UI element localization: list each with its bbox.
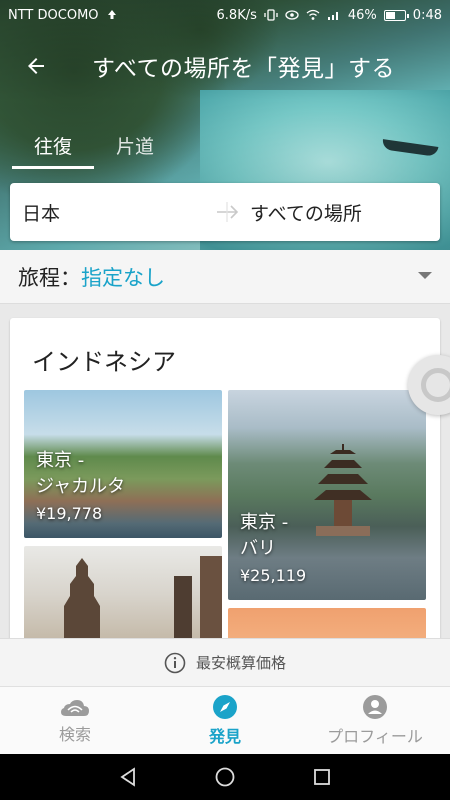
itinerary-label: 旅程：: [18, 265, 81, 290]
battery-percent: 46%: [347, 7, 377, 23]
arrow-left-icon: [28, 58, 44, 74]
app-bar: すべての場所を「発見」する: [0, 38, 450, 94]
eye-icon: [285, 10, 299, 20]
price-notice-text: 最安概算価格: [195, 654, 286, 672]
destination-card: インドネシア 東京 - ジャカルタ ¥19,778 東京 - バリ ¥25,11…: [10, 318, 440, 648]
bottom-navigation: 検索 発見 プロフィール: [0, 686, 450, 754]
signal-icon: [327, 12, 338, 20]
nav-back-icon[interactable]: [117, 766, 139, 788]
destination-tile-temple[interactable]: [24, 546, 222, 648]
nav-discover-label: 発見: [208, 727, 241, 746]
destination-tile-jakarta[interactable]: 東京 - ジャカルタ ¥19,778: [24, 390, 222, 538]
carrier-label: NTT DOCOMO: [8, 7, 99, 23]
page-title: すべての場所を「発見」する: [92, 56, 395, 82]
origin-field[interactable]: 日本: [22, 199, 212, 226]
profile-icon: [363, 695, 387, 719]
nav-profile[interactable]: プロフィール: [300, 687, 450, 754]
route-selector: 日本 すべての場所: [10, 183, 440, 241]
destination-label: 東京 - バリ: [240, 510, 288, 562]
system-nav-bar: [0, 754, 450, 800]
nav-discover[interactable]: 発見: [150, 687, 300, 754]
status-bar: NTT DOCOMO 6.8K/s 46% 0:48: [0, 0, 450, 30]
pagoda-image: [314, 444, 372, 536]
dropdown-caret-icon: [418, 272, 432, 279]
app-root: NTT DOCOMO 6.8K/s 46% 0:48 すべての場所を「発見」する…: [0, 0, 450, 800]
compass-icon: [213, 695, 237, 719]
destination-price: ¥19,778: [36, 504, 103, 523]
clock: 0:48: [412, 7, 442, 23]
tab-round-trip[interactable]: 往復: [12, 126, 95, 169]
trip-type-tabs: 往復 片道: [12, 126, 176, 169]
destination-route-line1: 東京 -: [36, 450, 85, 471]
battery-icon: [383, 9, 409, 21]
network-speed: 6.8K/s: [216, 7, 257, 23]
swap-route-button[interactable]: [212, 197, 242, 227]
info-icon: [164, 652, 186, 673]
destination-price: ¥25,119: [240, 566, 307, 585]
destination-field[interactable]: すべての場所: [250, 199, 362, 226]
itinerary-dropdown[interactable]: 旅程： 指定なし: [0, 250, 450, 304]
nav-search-label: 検索: [58, 725, 91, 744]
wifi-icon: [306, 9, 320, 20]
nav-profile-label: プロフィール: [327, 727, 423, 746]
nav-search[interactable]: 検索: [0, 687, 150, 754]
search-icon: [61, 700, 89, 716]
vibrate-icon: [264, 9, 278, 21]
temple-image: [64, 556, 222, 648]
upload-icon: [107, 10, 116, 19]
plane-arrow-icon: [217, 202, 239, 222]
destination-route-line1: 東京 -: [240, 512, 289, 533]
back-button[interactable]: [16, 46, 56, 86]
country-heading: インドネシア: [32, 348, 176, 376]
nav-home-icon[interactable]: [214, 766, 236, 788]
destination-route-line2: バリ: [240, 538, 276, 559]
itinerary-value: 指定なし: [81, 265, 165, 290]
price-notice: 最安概算価格: [0, 638, 450, 686]
destination-label: 東京 - ジャカルタ: [36, 448, 125, 500]
tab-one-way[interactable]: 片道: [94, 126, 176, 169]
destination-tile-bali[interactable]: 東京 - バリ ¥25,119: [228, 390, 426, 600]
destination-route-line2: ジャカルタ: [36, 476, 126, 497]
nav-recents-icon[interactable]: [311, 766, 333, 788]
